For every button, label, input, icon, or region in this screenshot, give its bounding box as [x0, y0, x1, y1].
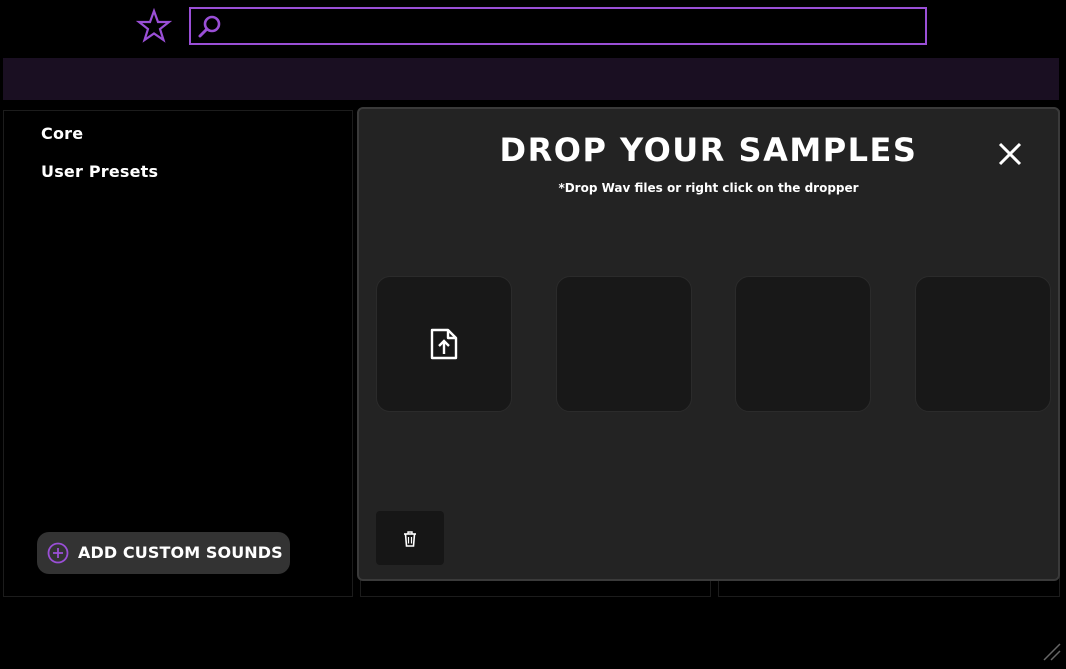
sidebar-item-user-presets[interactable]: User Presets [41, 162, 158, 181]
add-custom-sounds-label: ADD CUSTOM SOUNDS [78, 543, 283, 562]
sidebar: Core User Presets ADD CUSTOM SOUNDS [3, 110, 353, 597]
sample-dropper-slot[interactable] [556, 276, 692, 412]
modal-title: DROP YOUR SAMPLES [499, 131, 918, 169]
search-icon [198, 15, 221, 38]
add-custom-sounds-button[interactable]: ADD CUSTOM SOUNDS [37, 532, 290, 574]
drop-samples-modal: DROP YOUR SAMPLES *Drop Wav files or rig… [357, 107, 1060, 581]
trash-icon [404, 531, 416, 547]
delete-button[interactable] [376, 511, 444, 565]
modal-subtitle: *Drop Wav files or right click on the dr… [558, 181, 859, 195]
search-bar[interactable] [189, 7, 927, 45]
star-icon[interactable] [136, 8, 172, 44]
sample-dropper-slot[interactable] [376, 276, 512, 412]
sidebar-item-core[interactable]: Core [41, 124, 83, 143]
plus-circle-icon [47, 542, 69, 564]
sample-dropper-slot[interactable] [915, 276, 1051, 412]
search-input[interactable] [229, 9, 919, 43]
sample-dropper-slot[interactable] [735, 276, 871, 412]
close-icon[interactable] [995, 139, 1025, 169]
resize-grip-icon[interactable] [1040, 640, 1062, 662]
category-bar [3, 58, 1059, 100]
file-upload-icon [430, 328, 458, 360]
